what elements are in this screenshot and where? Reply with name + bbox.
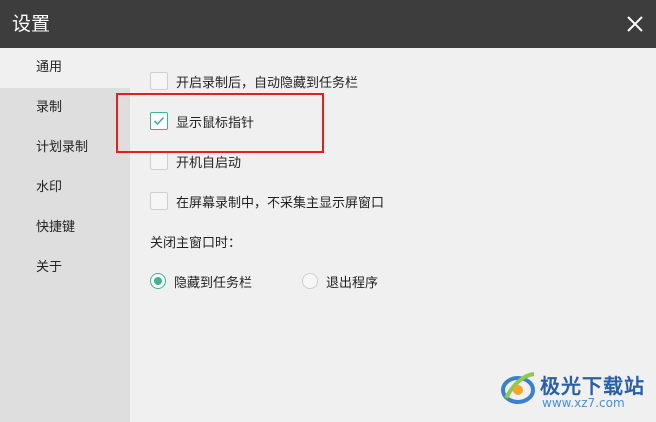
radio-exit-program: 退出程序	[302, 271, 378, 291]
watermark-url: www.xz7.com	[542, 396, 625, 410]
option-exclude-main-window: 在屏幕录制中，不采集主显示屏窗口	[150, 191, 384, 211]
title-bar: 设置	[0, 0, 656, 48]
window-title: 设置	[12, 13, 51, 35]
highlight-annotation-box	[116, 93, 324, 153]
sidebar-item-recording[interactable]: 录制	[0, 88, 130, 128]
close-button[interactable]	[623, 12, 647, 36]
exit-program-radio[interactable]	[302, 273, 318, 289]
aurora-logo-icon	[501, 372, 535, 404]
hide-to-taskbar-checkbox[interactable]	[150, 72, 168, 90]
radio-hide-to-taskbar: 隐藏到任务栏	[150, 271, 252, 291]
watermark-brand: 极光下载站	[540, 374, 645, 398]
settings-sidebar: 通用 录制 计划录制 水印 快捷键 关于	[0, 48, 130, 422]
option-label: 在屏幕录制中，不采集主显示屏窗口	[176, 195, 385, 211]
option-launch-on-startup: 开机自启动	[150, 151, 241, 171]
sidebar-item-general[interactable]: 通用	[0, 48, 130, 88]
sidebar-item-shortcuts[interactable]: 快捷键	[0, 208, 130, 248]
sidebar-item-scheduled-recording[interactable]: 计划录制	[0, 128, 130, 168]
hide-to-taskbar-radio[interactable]	[150, 273, 166, 289]
launch-on-startup-checkbox[interactable]	[150, 152, 168, 170]
site-watermark: 极光下载站 www.xz7.com	[500, 362, 650, 418]
option-hide-to-taskbar-on-record: 开启录制后，自动隐藏到任务栏	[150, 71, 358, 91]
radio-label: 退出程序	[326, 275, 379, 291]
close-behavior-label: 关闭主窗口时：	[150, 236, 242, 251]
close-icon	[627, 16, 643, 32]
sidebar-item-about[interactable]: 关于	[0, 248, 130, 288]
option-label: 开启录制后，自动隐藏到任务栏	[176, 75, 359, 91]
exclude-main-window-checkbox[interactable]	[150, 192, 168, 210]
radio-label: 隐藏到任务栏	[174, 275, 253, 291]
sidebar-item-watermark[interactable]: 水印	[0, 168, 130, 208]
option-label: 开机自启动	[176, 155, 242, 171]
